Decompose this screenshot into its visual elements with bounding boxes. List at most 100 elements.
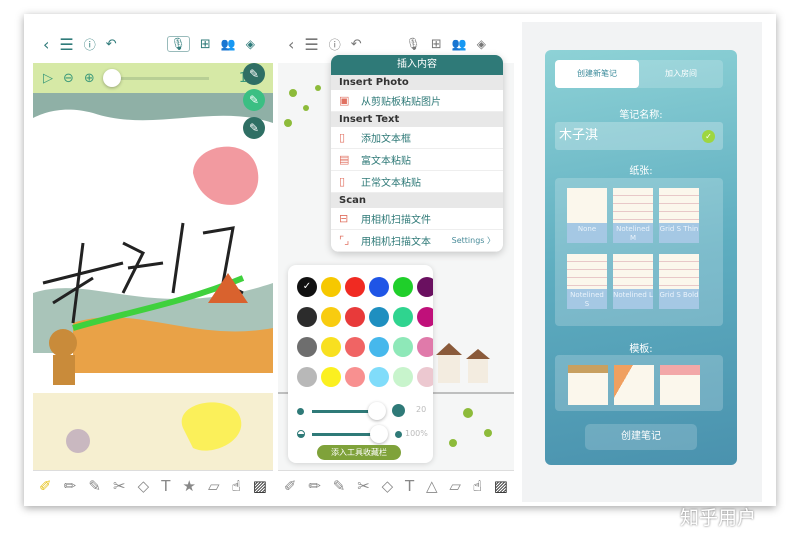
next-icon[interactable]: ⊕ [84,71,95,86]
menu-item-add-textbox[interactable]: ▯ 添加文本框 [331,127,503,149]
color-swatch[interactable] [297,337,317,357]
color-swatch[interactable] [297,367,317,387]
help-icon[interactable]: ⓘ [329,36,341,53]
size-small-dot [297,408,304,415]
shapes-icon[interactable]: △ [426,477,438,495]
add-content-icon[interactable]: ⊞ [431,37,442,52]
color-swatch[interactable] [345,277,365,297]
menu-item-scan-document[interactable]: ⊟ 用相机扫描文件 [331,208,503,230]
microphone-icon[interactable]: 🎙 [406,37,421,51]
color-swatch[interactable] [417,367,433,387]
color-swatch[interactable] [321,277,341,297]
text-icon[interactable]: T [405,477,414,495]
menu-item-paste-image[interactable]: ▣ 从剪贴板粘贴图片 [331,90,503,112]
color-swatch[interactable] [345,367,365,387]
drawing-canvas[interactable] [33,93,273,470]
menu-icon[interactable]: ☰ [304,35,318,54]
scissors-icon[interactable]: ✂ [357,477,370,495]
menu-icon[interactable]: ☰ [59,35,73,54]
paper-option[interactable]: Notelined M [613,188,653,243]
opacity-slider-knob[interactable] [370,425,388,443]
paper-option[interactable]: None [567,188,607,243]
undo-icon[interactable]: ↶ [351,37,362,52]
previous-icon[interactable]: ⊖ [63,71,74,86]
users-icon[interactable]: 👥 [452,37,467,51]
dialog-tabs: 创建新笔记 加入房间 [555,60,723,88]
color-swatch[interactable]: ✓ [297,277,317,297]
tab-create-note[interactable]: 创建新笔记 [555,60,639,88]
paper-option[interactable]: Notelined S [567,254,607,309]
back-icon[interactable]: ‹ [288,35,294,54]
template-thumbnail[interactable] [660,365,700,405]
microphone-icon[interactable]: 🎙 [166,36,190,52]
highlighter-icon[interactable]: ✎ [88,477,101,495]
color-swatch[interactable] [417,307,433,327]
settings-link[interactable]: Settings 〉 [452,235,495,246]
play-icon[interactable]: ▷ [43,71,53,86]
size-slider[interactable] [312,402,386,420]
pencil-icon[interactable]: ✏ [308,477,321,495]
marker-tool-fab[interactable]: ✎ [243,117,265,139]
section-header: Insert Text [331,112,503,127]
document-icon: ▯ [339,131,346,144]
add-to-favorites-button[interactable]: 添入工具收藏栏 [317,445,401,460]
paper-option[interactable]: Grid S Bold [659,254,699,309]
lasso-icon[interactable]: ✐ [39,477,52,495]
eraser-icon[interactable]: ◇ [382,477,394,495]
scissors-icon[interactable]: ✂ [113,477,126,495]
text-icon[interactable]: T [161,477,170,495]
template-thumbnail[interactable] [568,365,608,405]
menu-item-scan-text[interactable]: ⌜⌟ 用相机扫描文本 Settings 〉 [331,230,503,252]
back-icon[interactable]: ‹ [43,35,49,54]
color-swatch[interactable] [393,277,413,297]
color-swatch[interactable] [321,337,341,357]
template-thumbnail[interactable] [614,365,654,405]
lasso-icon[interactable]: ✐ [284,477,297,495]
hand-icon[interactable]: ☝ [473,477,482,495]
sticker-icon[interactable]: ★ [182,477,195,495]
create-note-dialog: 创建新笔记 加入房间 笔记名称: 木子淇 ✓ 纸张: None Notelined… [545,50,737,465]
color-swatch[interactable] [369,307,389,327]
pen-tool-fab[interactable]: ✎ [243,63,265,85]
image-icon[interactable]: ▨ [253,477,267,495]
add-content-icon[interactable]: ⊞ [200,37,211,52]
color-swatch[interactable] [369,337,389,357]
color-swatch[interactable] [393,367,413,387]
color-swatch[interactable] [417,277,433,297]
paper-option[interactable]: Grid S Thin [659,188,699,243]
slider-knob[interactable] [102,68,121,87]
create-note-button[interactable]: 创建笔记 [585,424,697,450]
hand-icon[interactable]: ☝ [232,477,241,495]
layers-icon[interactable]: ◈ [477,37,486,51]
layers-icon[interactable]: ◈ [246,37,255,51]
menu-item-rich-text-paste[interactable]: ▤ 富文本粘贴 [331,149,503,171]
pencil-tool-fab[interactable]: ✎ [243,89,265,111]
watermark: 知乎用户 [680,507,757,529]
pencil-icon[interactable]: ✏ [64,477,77,495]
color-swatch[interactable] [369,367,389,387]
note-name-field[interactable]: 木子淇 ✓ [555,122,723,150]
color-swatch[interactable] [417,337,433,357]
color-swatch[interactable] [321,307,341,327]
eraser-icon[interactable]: ◇ [138,477,150,495]
color-swatch[interactable] [321,367,341,387]
color-swatch[interactable] [393,307,413,327]
color-swatch[interactable] [297,307,317,327]
color-swatch[interactable] [345,337,365,357]
paper-option[interactable]: Notelined L [613,254,653,309]
color-swatch[interactable] [393,337,413,357]
users-icon[interactable]: 👥 [221,37,236,51]
ruler-icon[interactable]: ▱ [208,477,220,495]
color-swatch[interactable] [345,307,365,327]
color-swatch[interactable] [369,277,389,297]
image-icon[interactable]: ▨ [494,477,508,495]
ruler-icon[interactable]: ▱ [449,477,461,495]
playback-slider[interactable] [102,68,209,87]
opacity-slider[interactable] [312,425,388,443]
highlighter-icon[interactable]: ✎ [333,477,346,495]
size-slider-knob[interactable] [368,402,386,420]
tab-join-room[interactable]: 加入房间 [639,60,723,88]
undo-icon[interactable]: ↶ [106,37,117,52]
menu-item-plain-text-paste[interactable]: ▯ 正常文本粘贴 [331,171,503,193]
help-icon[interactable]: ⓘ [84,36,96,53]
